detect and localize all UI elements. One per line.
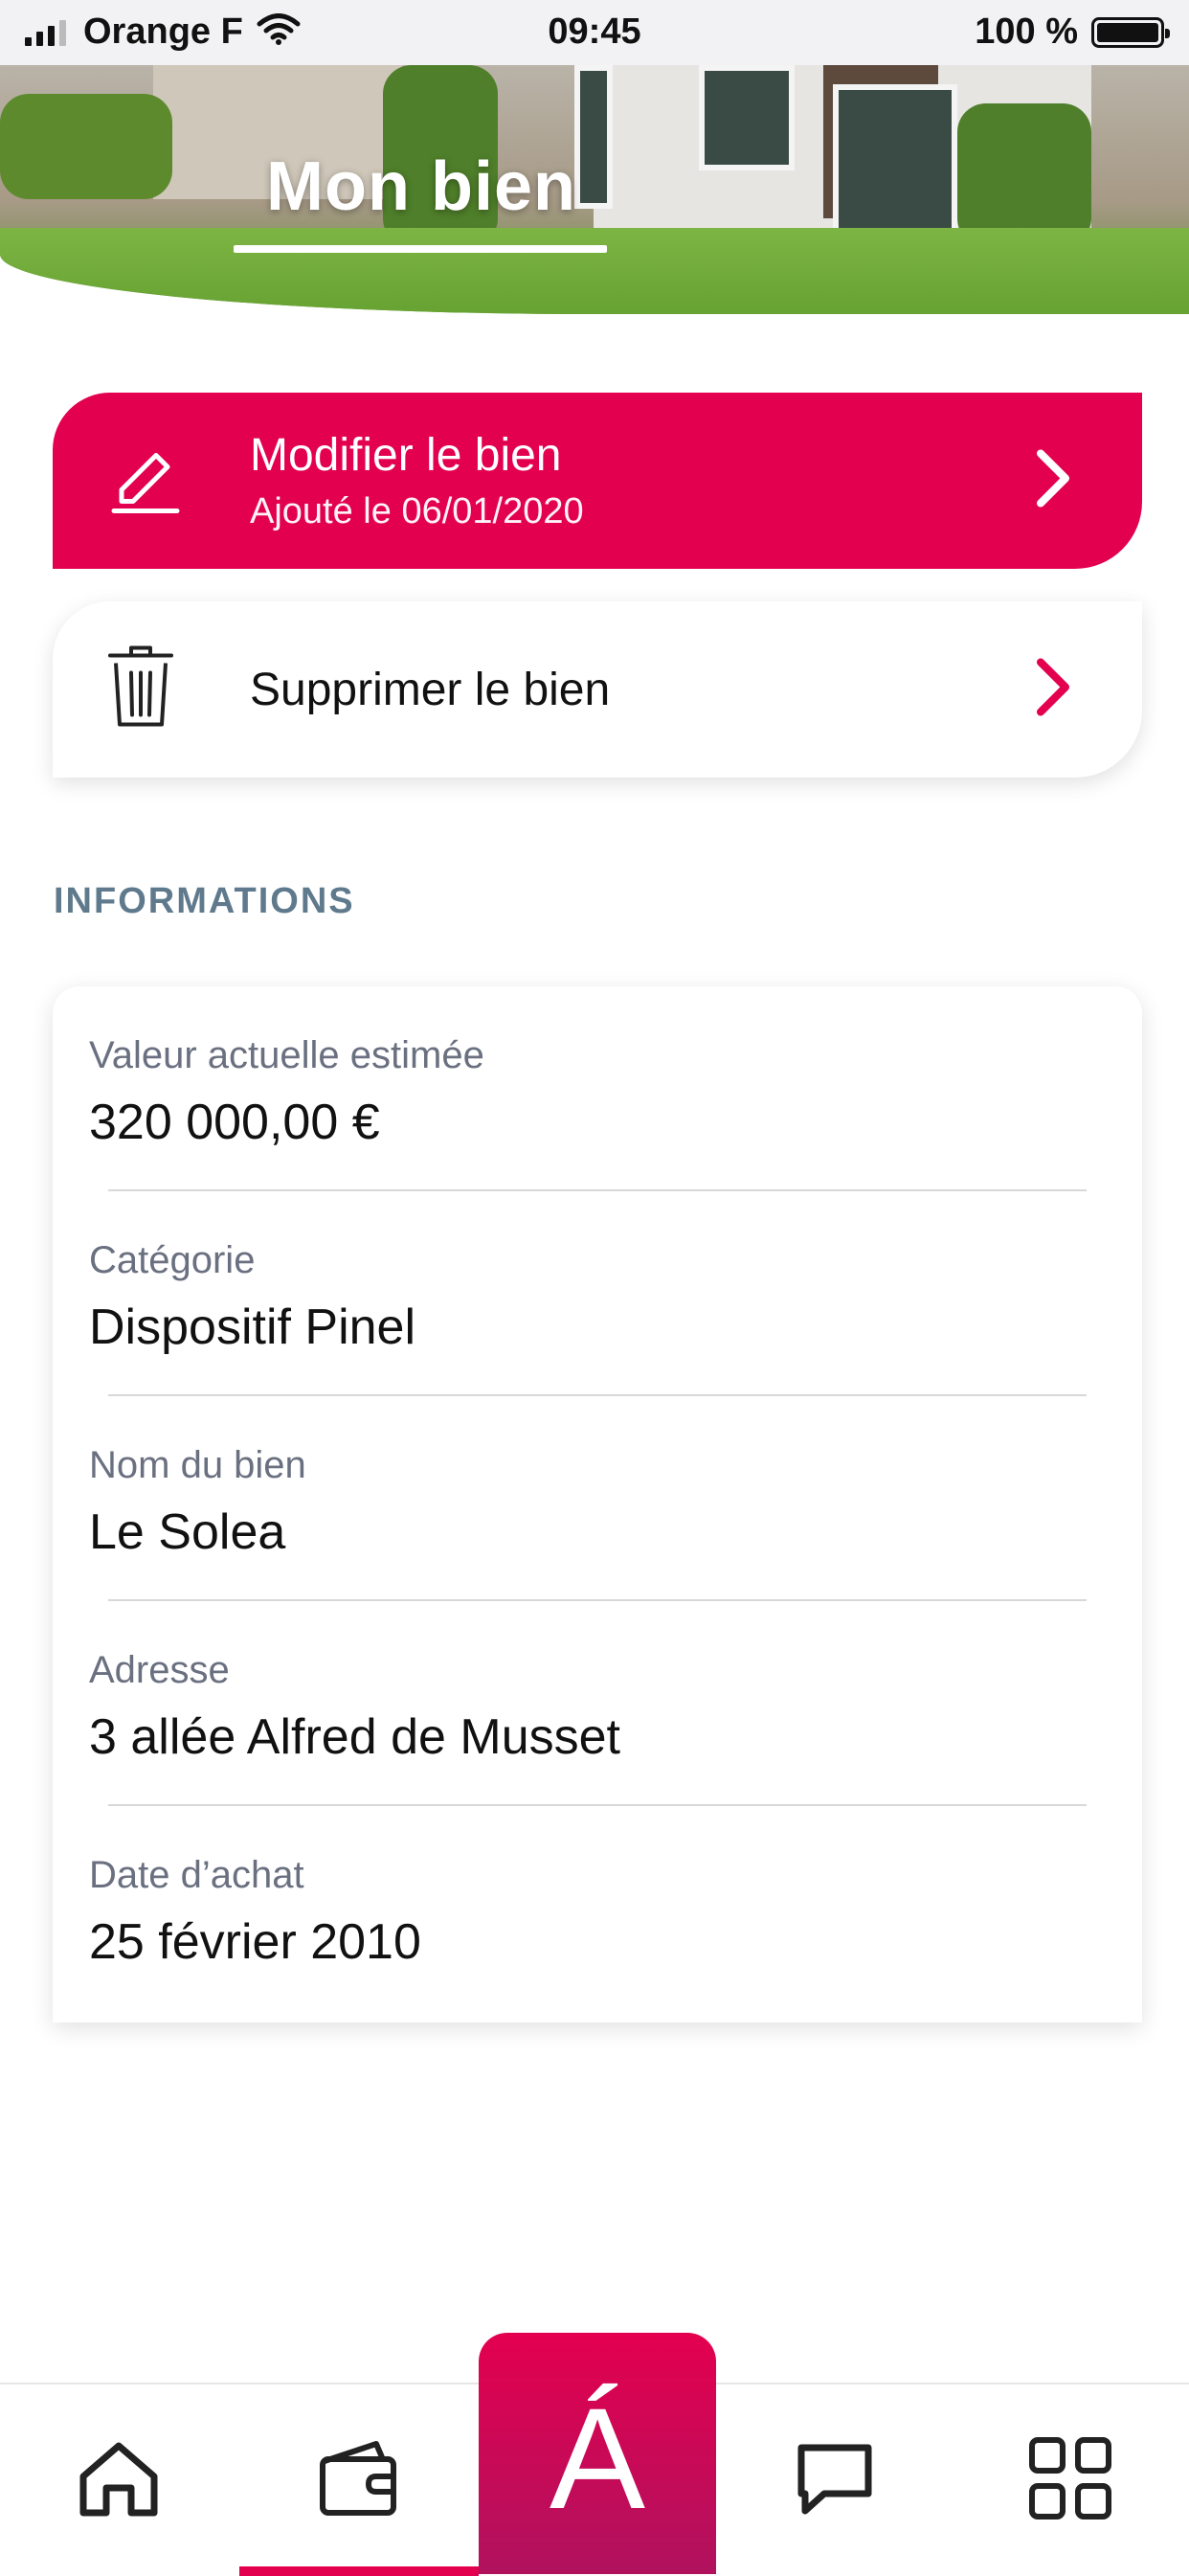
status-right: 100 % <box>975 11 1170 53</box>
info-label: Catégorie <box>89 1239 256 1281</box>
info-value: 25 février 2010 <box>89 1914 421 1970</box>
edit-property-date: Ajouté le 06/01/2020 <box>250 491 584 531</box>
delete-property-label: Supprimer le bien <box>250 664 611 715</box>
info-value: Le Solea <box>89 1504 286 1560</box>
chevron-right-icon <box>1031 657 1073 723</box>
wallet-icon <box>315 2438 401 2523</box>
chat-icon <box>792 2438 878 2523</box>
info-label: Nom du bien <box>89 1444 306 1486</box>
info-row-estimated-value: Valeur actuelle estimée 320 000,00 € <box>89 986 1106 1191</box>
nav-active-indicator <box>239 2566 479 2576</box>
hero-banner: Mon bien <box>0 65 1189 314</box>
hero-photo-lawn <box>0 228 1189 314</box>
info-label: Valeur actuelle estimée <box>89 1034 484 1076</box>
nav-more[interactable] <box>952 2384 1189 2576</box>
nav-messages[interactable] <box>716 2384 953 2576</box>
info-row-property-name: Nom du bien Le Solea <box>89 1396 1106 1601</box>
informations-section-title: INFORMATIONS <box>54 881 355 921</box>
hero-photo-window <box>833 84 957 247</box>
brand-a-logo: Á <box>550 2382 645 2525</box>
svg-text:Á: Á <box>550 2382 645 2525</box>
battery-percent: 100 % <box>975 11 1078 52</box>
info-row-address: Adresse 3 allée Alfred de Musset <box>89 1601 1106 1806</box>
hero-photo-hedge <box>957 103 1091 247</box>
pencil-icon <box>106 441 183 522</box>
edit-property-label: Modifier le bien <box>250 430 562 481</box>
info-row-category: Catégorie Dispositif Pinel <box>89 1191 1106 1396</box>
home-icon <box>76 2438 162 2523</box>
nav-home[interactable] <box>0 2384 237 2576</box>
delete-property-text: Supprimer le bien <box>250 664 610 716</box>
nav-center-brand-button[interactable]: Á <box>479 2333 716 2574</box>
status-bar: Orange F 09:45 100 % <box>0 0 1189 65</box>
chevron-right-icon <box>1031 448 1073 514</box>
info-value: Dispositif Pinel <box>89 1299 416 1355</box>
info-value: 320 000,00 € <box>89 1095 380 1150</box>
battery-icon <box>1091 16 1170 48</box>
grid-icon <box>1026 2434 1114 2527</box>
nav-wallet[interactable] <box>239 2384 477 2576</box>
informations-card: Valeur actuelle estimée 320 000,00 € Cat… <box>53 986 1142 2022</box>
info-label: Date d’achat <box>89 1854 304 1896</box>
page-title-underline <box>234 245 607 253</box>
edit-property-button[interactable]: Modifier le bien Ajouté le 06/01/2020 <box>53 393 1142 569</box>
delete-property-button[interactable]: Supprimer le bien <box>53 601 1142 778</box>
info-label: Adresse <box>89 1649 230 1691</box>
edit-property-text: Modifier le bien Ajouté le 06/01/2020 <box>250 429 584 532</box>
trash-icon <box>106 644 175 735</box>
info-row-purchase-date: Date d’achat 25 février 2010 <box>89 1806 1106 2011</box>
info-value: 3 allée Alfred de Musset <box>89 1709 620 1765</box>
page-title: Mon bien <box>266 148 576 225</box>
